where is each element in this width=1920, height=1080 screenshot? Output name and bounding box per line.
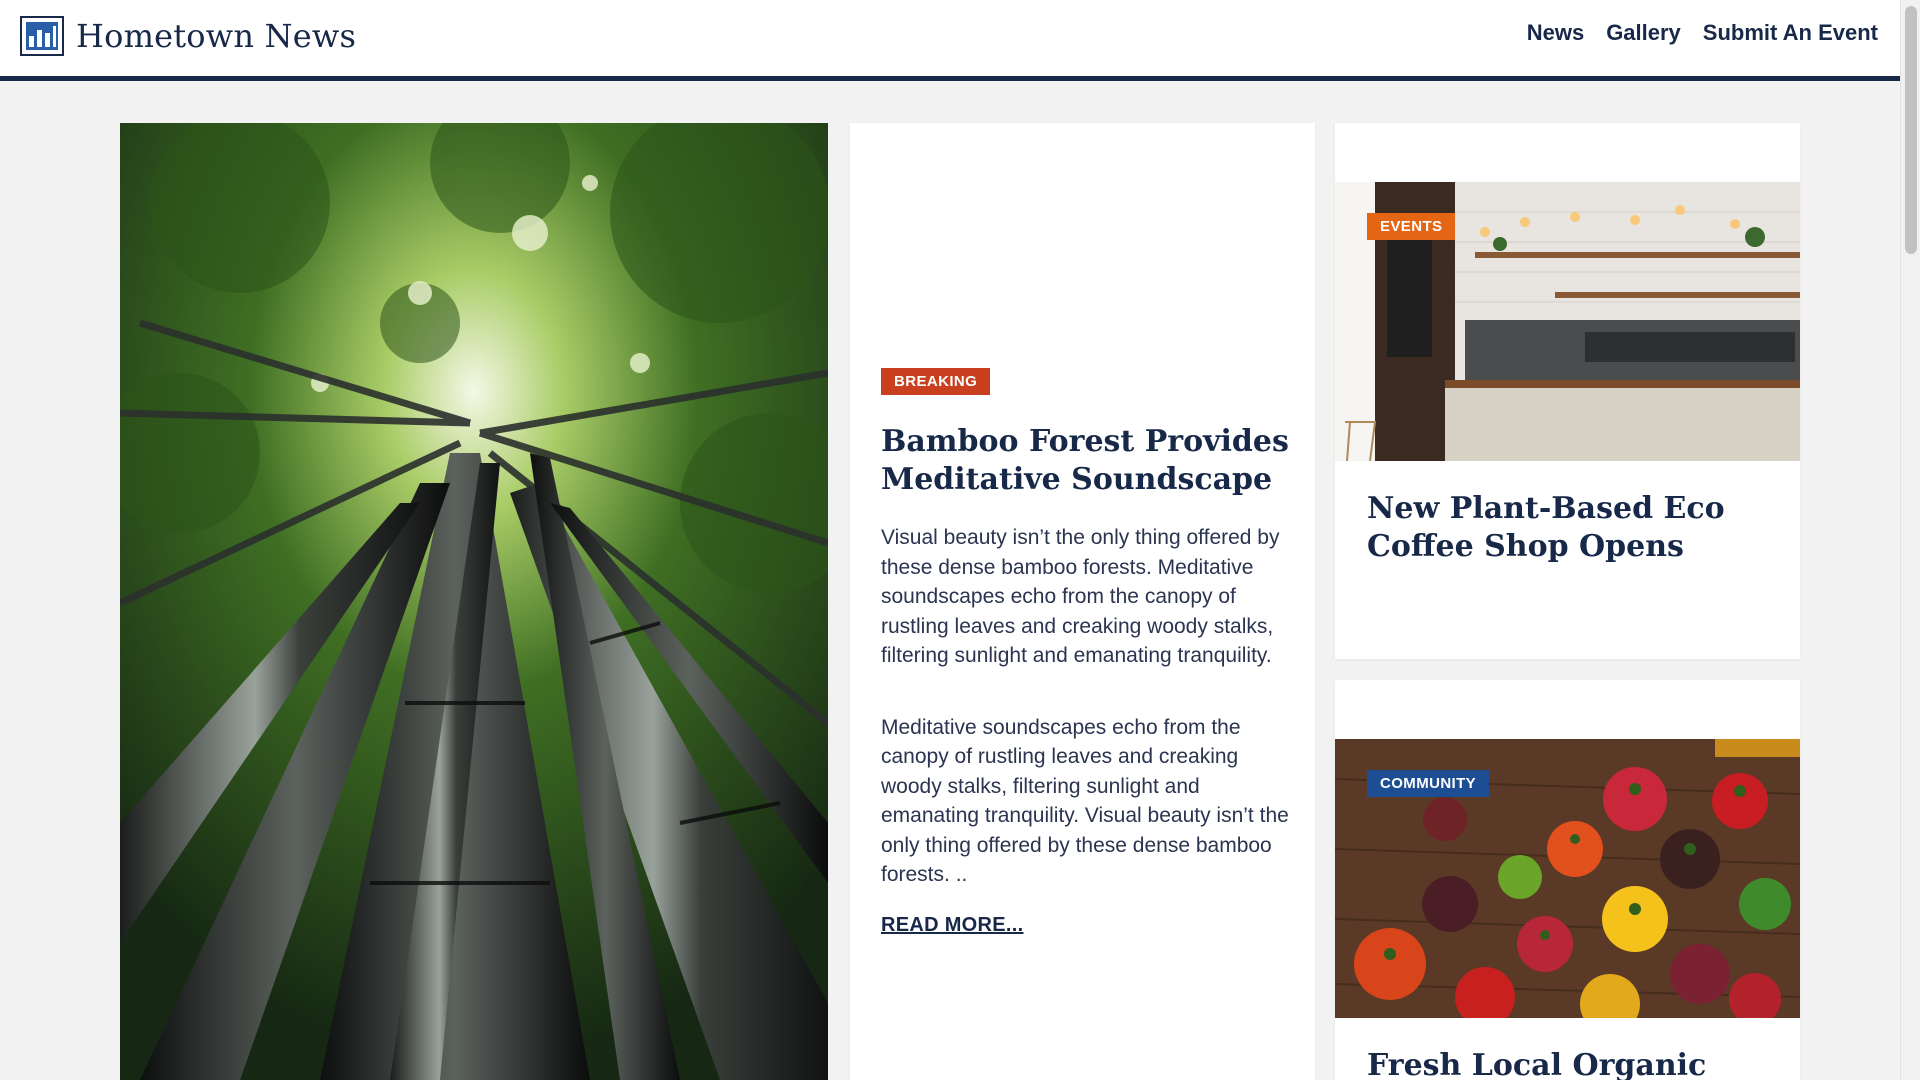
nav-gallery[interactable]: Gallery (1606, 20, 1681, 46)
read-more-link[interactable]: READ MORE... (881, 914, 1024, 937)
events-badge[interactable]: EVENTS (1367, 213, 1456, 240)
feature-paragraph-2: Meditative soundscapes echo from the can… (881, 715, 1289, 887)
breaking-badge[interactable]: BREAKING (881, 368, 991, 395)
card-coffee-shop[interactable]: EVENTS New Plant-Based Eco Coffee Shop O… (1335, 123, 1800, 659)
feature-paragraph-1: Visual beauty isn’t the only thing offer… (881, 526, 1280, 667)
scrollbar-thumb[interactable] (1905, 6, 1917, 254)
card-title-coffee[interactable]: New Plant-Based Eco Coffee Shop Opens (1367, 490, 1777, 566)
site-header: Hometown News News Gallery Submit An Eve… (0, 0, 1900, 81)
site-logo-link[interactable]: Hometown News (20, 16, 356, 56)
card-organic-produce[interactable]: COMMUNITY Fresh Local Organic (1335, 680, 1800, 1080)
page-scrollbar[interactable] (1900, 0, 1920, 1080)
feature-article: BREAKING Bamboo Forest Provides Meditati… (850, 123, 1315, 1080)
bamboo-photo (120, 123, 828, 1080)
bamboo-forest-image[interactable] (120, 123, 828, 1080)
nav-submit-event[interactable]: Submit An Event (1703, 20, 1878, 46)
main-nav: News Gallery Submit An Event (1527, 20, 1878, 46)
site-name: Hometown News (76, 17, 357, 55)
card-title-organic[interactable]: Fresh Local Organic (1367, 1047, 1777, 1080)
newspaper-icon (20, 16, 64, 56)
nav-news[interactable]: News (1527, 20, 1584, 46)
feature-title[interactable]: Bamboo Forest Provides Meditative Sounds… (881, 423, 1291, 499)
community-badge[interactable]: COMMUNITY (1367, 770, 1490, 797)
